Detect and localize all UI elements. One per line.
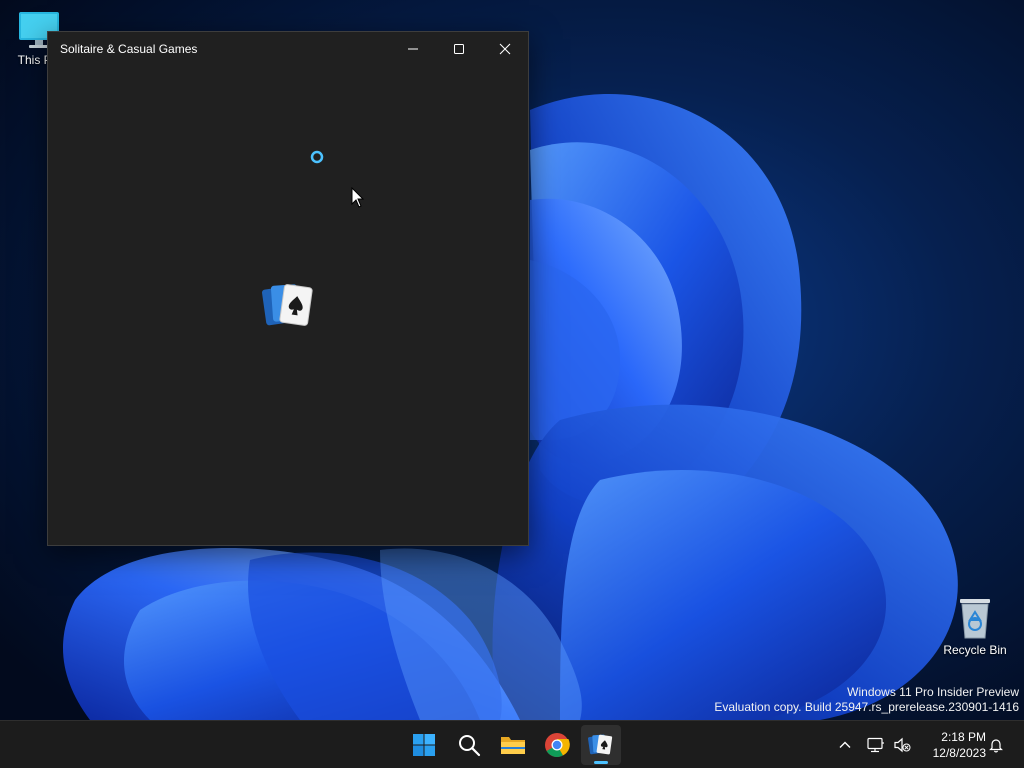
window-titlebar[interactable]: Solitaire & Casual Games (48, 32, 528, 66)
solitaire-window[interactable]: Solitaire & Casual Games (47, 31, 529, 546)
chrome-icon (545, 733, 570, 758)
minimize-button[interactable] (390, 32, 436, 66)
desktop-icon-recycle-bin[interactable]: Recycle Bin (936, 596, 1014, 657)
taskbar-start-button[interactable] (404, 725, 444, 765)
loading-ring-icon (310, 150, 324, 164)
taskbar-search-button[interactable] (449, 725, 489, 765)
chevron-up-icon (839, 741, 851, 748)
taskbar-clock[interactable]: 2:18 PM 12/8/2023 (916, 729, 986, 761)
maximize-button[interactable] (436, 32, 482, 66)
folder-icon (501, 737, 525, 754)
tray-volume-button[interactable] (890, 731, 914, 759)
solitaire-cards-icon (588, 734, 613, 755)
clock-date: 12/8/2023 (932, 746, 986, 760)
taskbar-solitaire-button[interactable] (581, 725, 621, 765)
watermark-edition: Windows 11 Pro Insider Preview (847, 685, 1019, 699)
maximize-icon (454, 44, 464, 54)
recycle-bin-icon (960, 599, 990, 639)
clock-time: 2:18 PM (941, 730, 986, 744)
watermark-build: Evaluation copy. Build 25947.rs_prerelea… (714, 700, 1019, 714)
volume-muted-icon (894, 737, 911, 753)
window-title: Solitaire & Casual Games (60, 42, 198, 56)
close-button[interactable] (482, 32, 528, 66)
taskbar: 2:18 PM 12/8/2023 (0, 720, 1024, 768)
network-icon (867, 737, 884, 753)
search-icon (459, 735, 481, 757)
windows-logo-icon (413, 734, 435, 756)
tray-network-button[interactable] (864, 731, 888, 759)
solitaire-cards-icon (262, 284, 313, 326)
tray-notification-button[interactable] (984, 731, 1008, 759)
bell-icon (989, 739, 1003, 753)
windows-watermark: Windows 11 Pro Insider Preview Evaluatio… (714, 685, 1019, 715)
mouse-cursor-icon (351, 187, 365, 208)
tray-overflow-button[interactable] (833, 731, 857, 759)
taskbar-chrome-button[interactable] (537, 725, 577, 765)
recycle-bin-label: Recycle Bin (943, 643, 1007, 657)
minimize-icon (408, 48, 418, 50)
close-icon (499, 43, 511, 55)
taskbar-file-explorer-button[interactable] (493, 725, 533, 765)
running-indicator (594, 761, 608, 764)
